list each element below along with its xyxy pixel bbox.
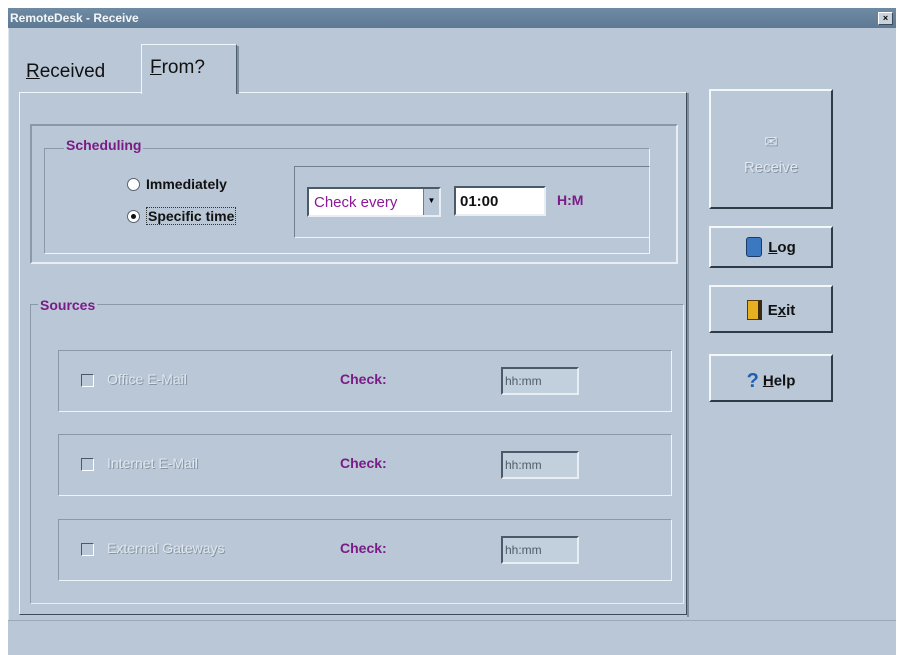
help-button-mnemonic: H: [762, 372, 774, 390]
help-button-label: elp: [773, 372, 796, 390]
radio-specific-time[interactable]: Specific time: [127, 207, 237, 225]
receive-button[interactable]: ✉ Receive: [709, 89, 833, 209]
radio-specific-time-label: Specific time: [146, 207, 237, 225]
log-button[interactable]: Log: [709, 226, 833, 268]
exit-button[interactable]: Exit: [709, 285, 833, 333]
external-gateways-checkbox[interactable]: [81, 543, 94, 556]
office-email-checkbox[interactable]: [81, 374, 94, 387]
help-button[interactable]: ? Help: [709, 354, 833, 402]
exit-door-icon: [746, 300, 762, 320]
office-email-label: Office E-Mail: [107, 371, 187, 387]
source-row-external-gateways: External Gateways Check: hh:mm: [58, 519, 672, 581]
radio-immediately[interactable]: Immediately: [127, 176, 227, 192]
receive-button-label: Receive: [743, 159, 799, 176]
tab-received-label: eceived: [39, 61, 106, 82]
sources-label: Sources: [38, 297, 98, 313]
title-bar: RemoteDesk - Receive ×: [8, 8, 896, 28]
internet-email-check-label: Check:: [340, 455, 387, 471]
exit-button-label: it: [786, 301, 796, 319]
internet-email-checkbox[interactable]: [81, 458, 94, 471]
office-email-time-input[interactable]: hh:mm: [501, 367, 579, 395]
log-icon: [746, 237, 763, 257]
schedule-time-input[interactable]: 01:00: [454, 186, 546, 216]
dropdown-arrow-icon[interactable]: ▼: [423, 189, 439, 215]
exit-button-mnemonic: x: [777, 301, 787, 319]
close-button[interactable]: ×: [878, 12, 893, 25]
frequency-select-value: Check every: [314, 194, 398, 211]
scheduling-label: Scheduling: [64, 137, 144, 153]
help-icon: ?: [746, 370, 759, 392]
radio-specific-time-indicator[interactable]: [127, 209, 140, 223]
external-gateways-time-input[interactable]: hh:mm: [501, 536, 579, 564]
office-email-check-label: Check:: [340, 371, 387, 387]
internet-email-label: Internet E-Mail: [107, 455, 199, 471]
tab-from-mnemonic: F: [150, 57, 162, 78]
radio-immediately-indicator[interactable]: [127, 177, 140, 191]
external-gateways-label: External Gateways: [107, 540, 225, 556]
status-bar: [8, 620, 896, 655]
receive-icon: ✉: [764, 134, 778, 151]
source-row-office-email: Office E-Mail Check: hh:mm: [58, 350, 672, 412]
source-row-internet-email: Internet E-Mail Check: hh:mm: [58, 434, 672, 496]
tab-received[interactable]: Received: [18, 49, 138, 93]
time-unit-label: H:M: [557, 192, 584, 208]
internet-email-time-input[interactable]: hh:mm: [501, 451, 579, 479]
radio-immediately-label: Immediately: [146, 176, 227, 192]
tab-received-mnemonic: R: [26, 61, 40, 82]
window-title: RemoteDesk - Receive: [10, 11, 139, 25]
tab-from-label: rom?: [161, 57, 205, 78]
exit-button-pre: E: [767, 301, 778, 319]
external-gateways-check-label: Check:: [340, 540, 387, 556]
log-button-label: og: [777, 238, 796, 256]
frequency-select[interactable]: Check every ▼: [307, 187, 441, 217]
tab-from[interactable]: From?: [141, 44, 239, 94]
